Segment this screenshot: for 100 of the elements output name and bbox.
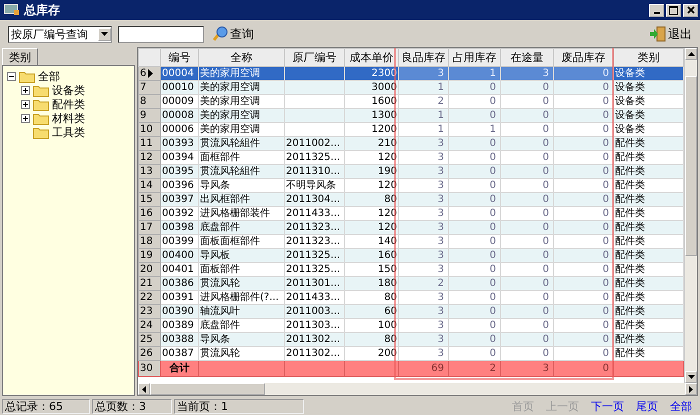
table-cell: 3: [438, 264, 444, 274]
right-arrow-icon: [689, 386, 693, 392]
table-cell: 2011433...: [286, 208, 340, 218]
table-cell: 0: [490, 306, 496, 316]
column-header[interactable]: 编号: [160, 48, 198, 66]
row-number: 30: [140, 362, 153, 374]
table-cell: 3: [438, 180, 444, 190]
pager-link[interactable]: 全部: [670, 398, 692, 414]
tree-item[interactable]: 配件类: [52, 96, 85, 112]
table-cell: 2011302...: [286, 334, 340, 344]
table-cell: 配件类: [615, 306, 645, 316]
search-field[interactable]: [118, 26, 204, 42]
table-cell: 1300: [372, 110, 397, 120]
tree-item[interactable]: 材料类: [52, 110, 85, 126]
table-cell: 3: [438, 334, 444, 344]
horizontal-scrollbar[interactable]: [137, 383, 698, 396]
table-cell: 0: [542, 292, 549, 302]
table-cell: 2011433...: [286, 292, 340, 302]
column-header[interactable]: 全称: [198, 48, 284, 66]
tree-item[interactable]: 工具类: [52, 124, 85, 140]
table-cell: 0: [542, 208, 549, 218]
table-cell: 00392: [162, 208, 194, 218]
table-cell: 导风板: [200, 250, 230, 260]
table-cell: 00398: [162, 222, 194, 232]
folder-icon: [33, 84, 49, 96]
minimize-button[interactable]: [649, 4, 664, 16]
table-cell: 00394: [162, 152, 194, 162]
table-row[interactable]: 25 00388 导风条 2011302... 80 3 0 0 0 配件类: [138, 332, 684, 346]
table-cell: 0: [542, 278, 549, 288]
table-cell: 0: [490, 278, 496, 288]
table-cell: 3: [438, 236, 444, 246]
close-button[interactable]: [683, 4, 698, 16]
query-button[interactable]: 查询: [210, 26, 256, 42]
table-cell: 0: [602, 320, 609, 330]
table-cell: 3: [438, 208, 444, 218]
pager-link[interactable]: 尾页: [636, 398, 658, 414]
table-cell: 不明导风条: [286, 180, 336, 190]
table-cell: 0: [602, 180, 609, 190]
tree-item[interactable]: 设备类: [52, 82, 85, 98]
table-cell: 2011310...: [286, 166, 340, 176]
table-cell: 3: [542, 68, 549, 78]
table-cell: 3: [438, 320, 444, 330]
table-row[interactable]: 19 00400 导风板 2011325... 160 3 0 0 0 配件类: [138, 248, 684, 262]
column-header[interactable]: 在途量: [500, 48, 554, 66]
total-cell: 3: [542, 362, 549, 374]
column-header[interactable]: 废品库存: [554, 48, 614, 66]
table-cell: 180: [378, 278, 397, 288]
expand-icon[interactable]: [21, 86, 30, 94]
column-header[interactable]: 类别: [614, 48, 684, 66]
pager-link[interactable]: 下一页: [591, 398, 624, 414]
search-mode-dropdown[interactable]: 按原厂编号查询: [8, 26, 112, 42]
table-cell: 0: [490, 110, 496, 120]
table-cell: 0: [602, 292, 609, 302]
table-cell: 0: [602, 152, 609, 162]
table-cell: 0: [542, 222, 549, 232]
table-cell: 0: [542, 152, 549, 162]
table-cell: 设备类: [615, 96, 645, 106]
table-cell: 0: [490, 334, 496, 344]
table-cell: 2: [438, 96, 444, 106]
totals-label: 合计: [170, 362, 190, 374]
table-cell: 0: [602, 306, 609, 316]
expand-icon[interactable]: [21, 100, 30, 108]
table-cell: 2011003...: [286, 306, 340, 316]
folder-icon: [33, 98, 49, 110]
table-cell: 0: [602, 124, 609, 134]
table-cell: 导风条: [200, 180, 230, 190]
total-cell: 0: [602, 362, 609, 374]
table-cell: 0: [490, 264, 496, 274]
table-cell: 0: [602, 166, 609, 176]
status-records: 总记录：65: [2, 398, 90, 414]
table-cell: 配件类: [615, 250, 645, 260]
table-cell: 2011302...: [286, 348, 340, 358]
close-icon: [686, 6, 694, 14]
column-header[interactable]: 成本单价: [344, 48, 398, 66]
table-cell: 0: [602, 96, 609, 106]
row-number: 20: [140, 264, 153, 276]
up-arrow-icon: [688, 52, 694, 56]
collapse-icon[interactable]: [7, 72, 16, 80]
table-cell: 2300: [372, 68, 397, 78]
exit-button[interactable]: 退出: [648, 26, 694, 42]
search-icon: [212, 26, 228, 42]
table-cell: 配件类: [615, 278, 645, 288]
table-cell: 60: [384, 306, 397, 316]
column-header[interactable]: 原厂编号: [284, 48, 344, 66]
table-cell: 配件类: [615, 166, 645, 176]
table-cell: 0: [542, 82, 549, 92]
table-cell: 3: [438, 292, 444, 302]
table-cell: 0: [542, 180, 549, 190]
table-cell: 0: [602, 236, 609, 246]
tree-item[interactable]: 全部: [38, 68, 60, 84]
table-cell: 0: [490, 250, 496, 260]
column-header[interactable]: 良品库存: [398, 48, 448, 66]
row-number: 9: [140, 110, 146, 122]
column-header[interactable]: 占用库存: [448, 48, 500, 66]
table-cell: 0: [490, 292, 496, 302]
maximize-button[interactable]: [666, 4, 681, 16]
expand-icon[interactable]: [21, 114, 30, 122]
vertical-scrollbar[interactable]: [684, 48, 697, 383]
table-cell: 00400: [162, 250, 194, 260]
row-number: 11: [140, 138, 153, 150]
